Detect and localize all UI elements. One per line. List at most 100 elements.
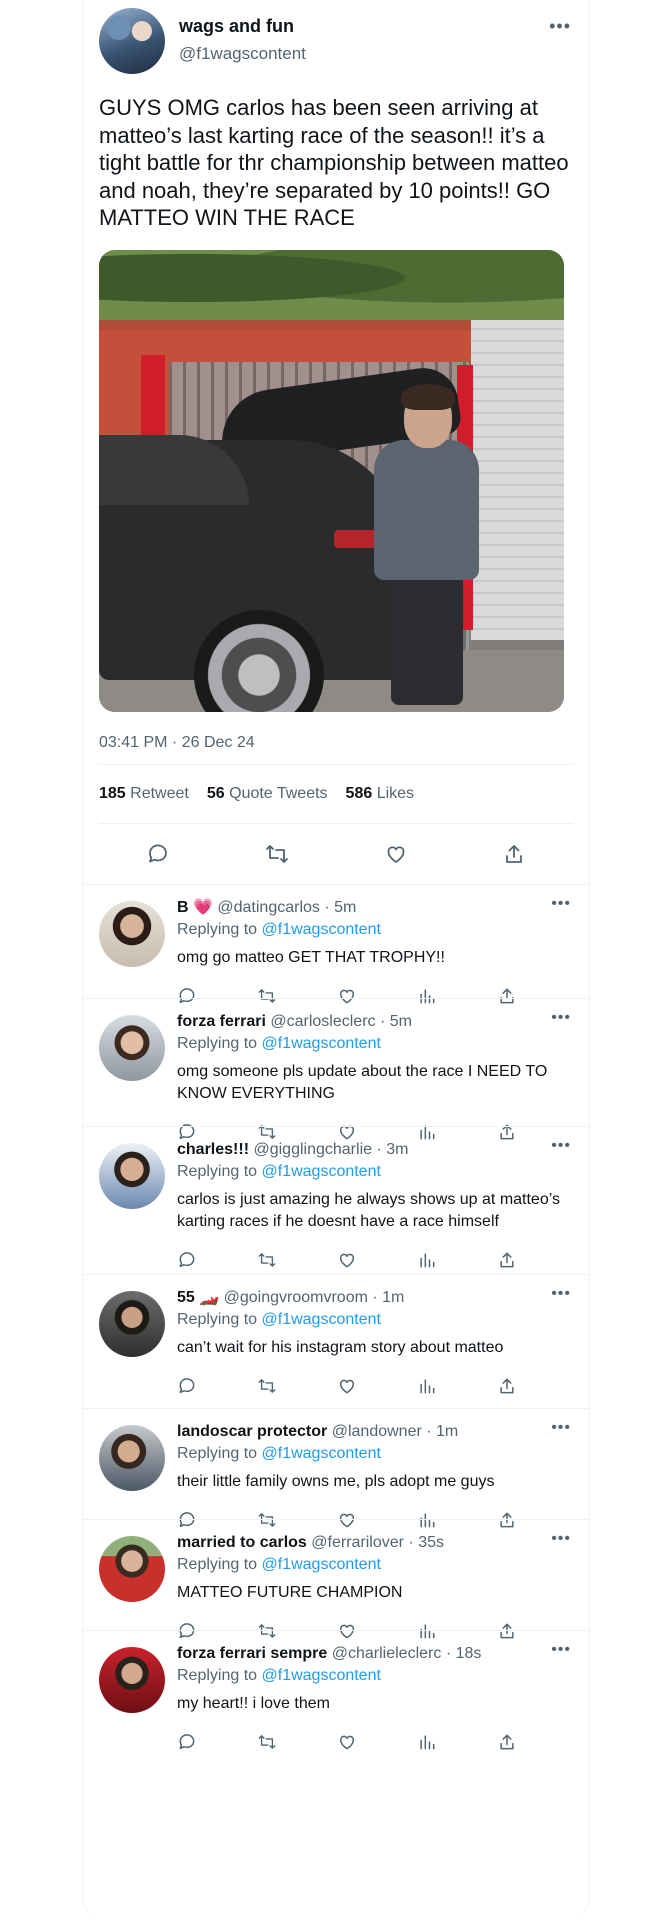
like-count[interactable]: 586 Likes	[346, 785, 415, 803]
reply-actions	[177, 1245, 517, 1275]
replying-to: Replying to @f1wagscontent	[177, 1555, 381, 1573]
more-icon[interactable]: •••	[551, 1530, 571, 1548]
replying-to: Replying to @f1wagscontent	[177, 1162, 381, 1180]
like-icon[interactable]	[384, 842, 408, 866]
views-icon[interactable]	[417, 1250, 437, 1270]
quote-count[interactable]: 56 Quote Tweets	[207, 785, 328, 803]
author-handle[interactable]: @f1wagscontent	[179, 41, 306, 67]
replying-to-link[interactable]: @f1wagscontent	[262, 1163, 381, 1180]
replying-to: Replying to @f1wagscontent	[177, 920, 381, 938]
reply-time[interactable]: · 35s	[408, 1532, 444, 1554]
retweet-icon[interactable]	[257, 1732, 277, 1752]
tweet-timestamp[interactable]: 03:41 PM · 26 Dec 24	[99, 734, 573, 764]
more-icon[interactable]: •••	[551, 1137, 571, 1155]
reply-text: omg go matteo GET THAT TROPHY!!	[177, 948, 445, 966]
retweet-icon[interactable]	[257, 1250, 277, 1270]
replying-to-link[interactable]: @f1wagscontent	[262, 921, 381, 938]
reply-tweet[interactable]: 55 🏎️ @goingvroomvroom · 1m Replying to @…	[83, 1273, 589, 1408]
reply-author-handle[interactable]: @gigglingcharlie	[253, 1139, 372, 1161]
reply-author-handle[interactable]: @carlosleclerc	[270, 1011, 375, 1033]
replying-to: Replying to @f1wagscontent	[177, 1034, 381, 1052]
reply-text: their little family owns me, pls adopt m…	[177, 1472, 495, 1490]
retweet-icon[interactable]	[264, 842, 290, 866]
tweet-stats: 185 Retweet 56 Quote Tweets 586 Likes	[99, 765, 573, 823]
reply-text: my heart!! i love them	[177, 1694, 330, 1712]
reply-icon[interactable]	[146, 842, 170, 866]
reply-time[interactable]: · 1m	[372, 1287, 404, 1309]
avatar[interactable]	[99, 900, 165, 967]
reply-tweet[interactable]: forza ferrari sempre @charlieleclerc · 1…	[83, 1629, 589, 1750]
replying-to: Replying to @f1wagscontent	[177, 1310, 381, 1328]
reply-icon[interactable]	[177, 1250, 197, 1270]
like-icon[interactable]	[337, 1732, 357, 1752]
tweet-text: GUYS OMG carlos has been seen arriving a…	[99, 95, 569, 230]
reply-author-name[interactable]: forza ferrari	[177, 1011, 266, 1033]
reply-icon[interactable]	[177, 1376, 197, 1396]
reply-author-handle[interactable]: @datingcarlos	[217, 897, 320, 919]
more-icon[interactable]: •••	[549, 16, 571, 37]
replying-to: Replying to @f1wagscontent	[177, 1444, 381, 1462]
share-icon[interactable]	[502, 842, 526, 866]
more-icon[interactable]: •••	[551, 1285, 571, 1303]
avatar[interactable]	[99, 1142, 165, 1209]
reply-text: MATTEO FUTURE CHAMPION	[177, 1583, 403, 1601]
replies-list: B 💗 @datingcarlos · 5m Replying to @f1wag…	[83, 883, 589, 1750]
reply-actions	[177, 1371, 517, 1401]
more-icon[interactable]: •••	[551, 1641, 571, 1659]
tweet-photo[interactable]	[99, 249, 564, 712]
reply-author-handle[interactable]: @charlieleclerc	[332, 1643, 442, 1665]
avatar[interactable]	[99, 8, 165, 74]
reply-tweet[interactable]: B 💗 @datingcarlos · 5m Replying to @f1wag…	[83, 883, 589, 1003]
replying-to-link[interactable]: @f1wagscontent	[262, 1556, 381, 1573]
reply-tweet[interactable]: charles!!! @gigglingcharlie · 3m Replying…	[83, 1125, 589, 1275]
reply-author-handle[interactable]: @goingvroomvroom	[224, 1287, 368, 1309]
replying-to-link[interactable]: @f1wagscontent	[262, 1035, 381, 1052]
reply-icon[interactable]	[177, 1732, 197, 1752]
like-icon[interactable]	[337, 1376, 357, 1396]
reply-time[interactable]: · 3m	[376, 1139, 408, 1161]
avatar[interactable]	[99, 1290, 165, 1357]
avatar[interactable]	[99, 1424, 165, 1491]
replying-to-link[interactable]: @f1wagscontent	[262, 1445, 381, 1462]
reply-author-name[interactable]: 55 🏎️	[177, 1287, 219, 1309]
share-icon[interactable]	[497, 1376, 517, 1396]
reply-author-handle[interactable]: @ferrarilover	[311, 1532, 404, 1554]
reply-author-name[interactable]: married to carlos	[177, 1532, 307, 1554]
replying-to: Replying to @f1wagscontent	[177, 1666, 381, 1684]
avatar[interactable]	[99, 1646, 165, 1713]
reply-tweet[interactable]: forza ferrari @carlosleclerc · 5m Replyin…	[83, 997, 589, 1139]
like-icon[interactable]	[337, 1250, 357, 1270]
reply-text: omg someone pls update about the race I …	[177, 1062, 548, 1102]
reply-author-name[interactable]: B 💗	[177, 897, 213, 919]
reply-actions	[177, 1727, 517, 1757]
reply-text: can’t wait for his instagram story about…	[177, 1338, 504, 1356]
share-icon[interactable]	[497, 1732, 517, 1752]
retweet-count[interactable]: 185 Retweet	[99, 785, 189, 803]
replying-to-link[interactable]: @f1wagscontent	[262, 1311, 381, 1328]
reply-text: carlos is just amazing he always shows u…	[177, 1190, 560, 1230]
tweet-thread: wags and fun @f1wagscontent ••• GUYS OMG…	[82, 0, 590, 1920]
reply-time[interactable]: · 5m	[380, 1011, 412, 1033]
reply-author-name[interactable]: landoscar protector	[177, 1421, 327, 1443]
avatar[interactable]	[99, 1014, 165, 1081]
more-icon[interactable]: •••	[551, 1419, 571, 1437]
avatar[interactable]	[99, 1535, 165, 1602]
share-icon[interactable]	[497, 1250, 517, 1270]
reply-author-name[interactable]: forza ferrari sempre	[177, 1643, 327, 1665]
tweet-actions	[99, 824, 573, 884]
reply-time[interactable]: · 5m	[324, 897, 356, 919]
reply-tweet[interactable]: married to carlos @ferrarilover · 35s Rep…	[83, 1518, 589, 1638]
retweet-icon[interactable]	[257, 1376, 277, 1396]
more-icon[interactable]: •••	[551, 895, 571, 913]
views-icon[interactable]	[417, 1732, 437, 1752]
reply-author-handle[interactable]: @landowner	[332, 1421, 422, 1443]
more-icon[interactable]: •••	[551, 1009, 571, 1027]
reply-time[interactable]: · 1m	[426, 1421, 458, 1443]
reply-tweet[interactable]: landoscar protector @landowner · 1m Reply…	[83, 1407, 589, 1527]
views-icon[interactable]	[417, 1376, 437, 1396]
reply-time[interactable]: · 18s	[446, 1643, 482, 1665]
author-name[interactable]: wags and fun	[179, 14, 306, 38]
main-tweet-header: wags and fun @f1wagscontent •••	[99, 8, 573, 88]
replying-to-link[interactable]: @f1wagscontent	[262, 1667, 381, 1684]
reply-author-name[interactable]: charles!!!	[177, 1139, 249, 1161]
